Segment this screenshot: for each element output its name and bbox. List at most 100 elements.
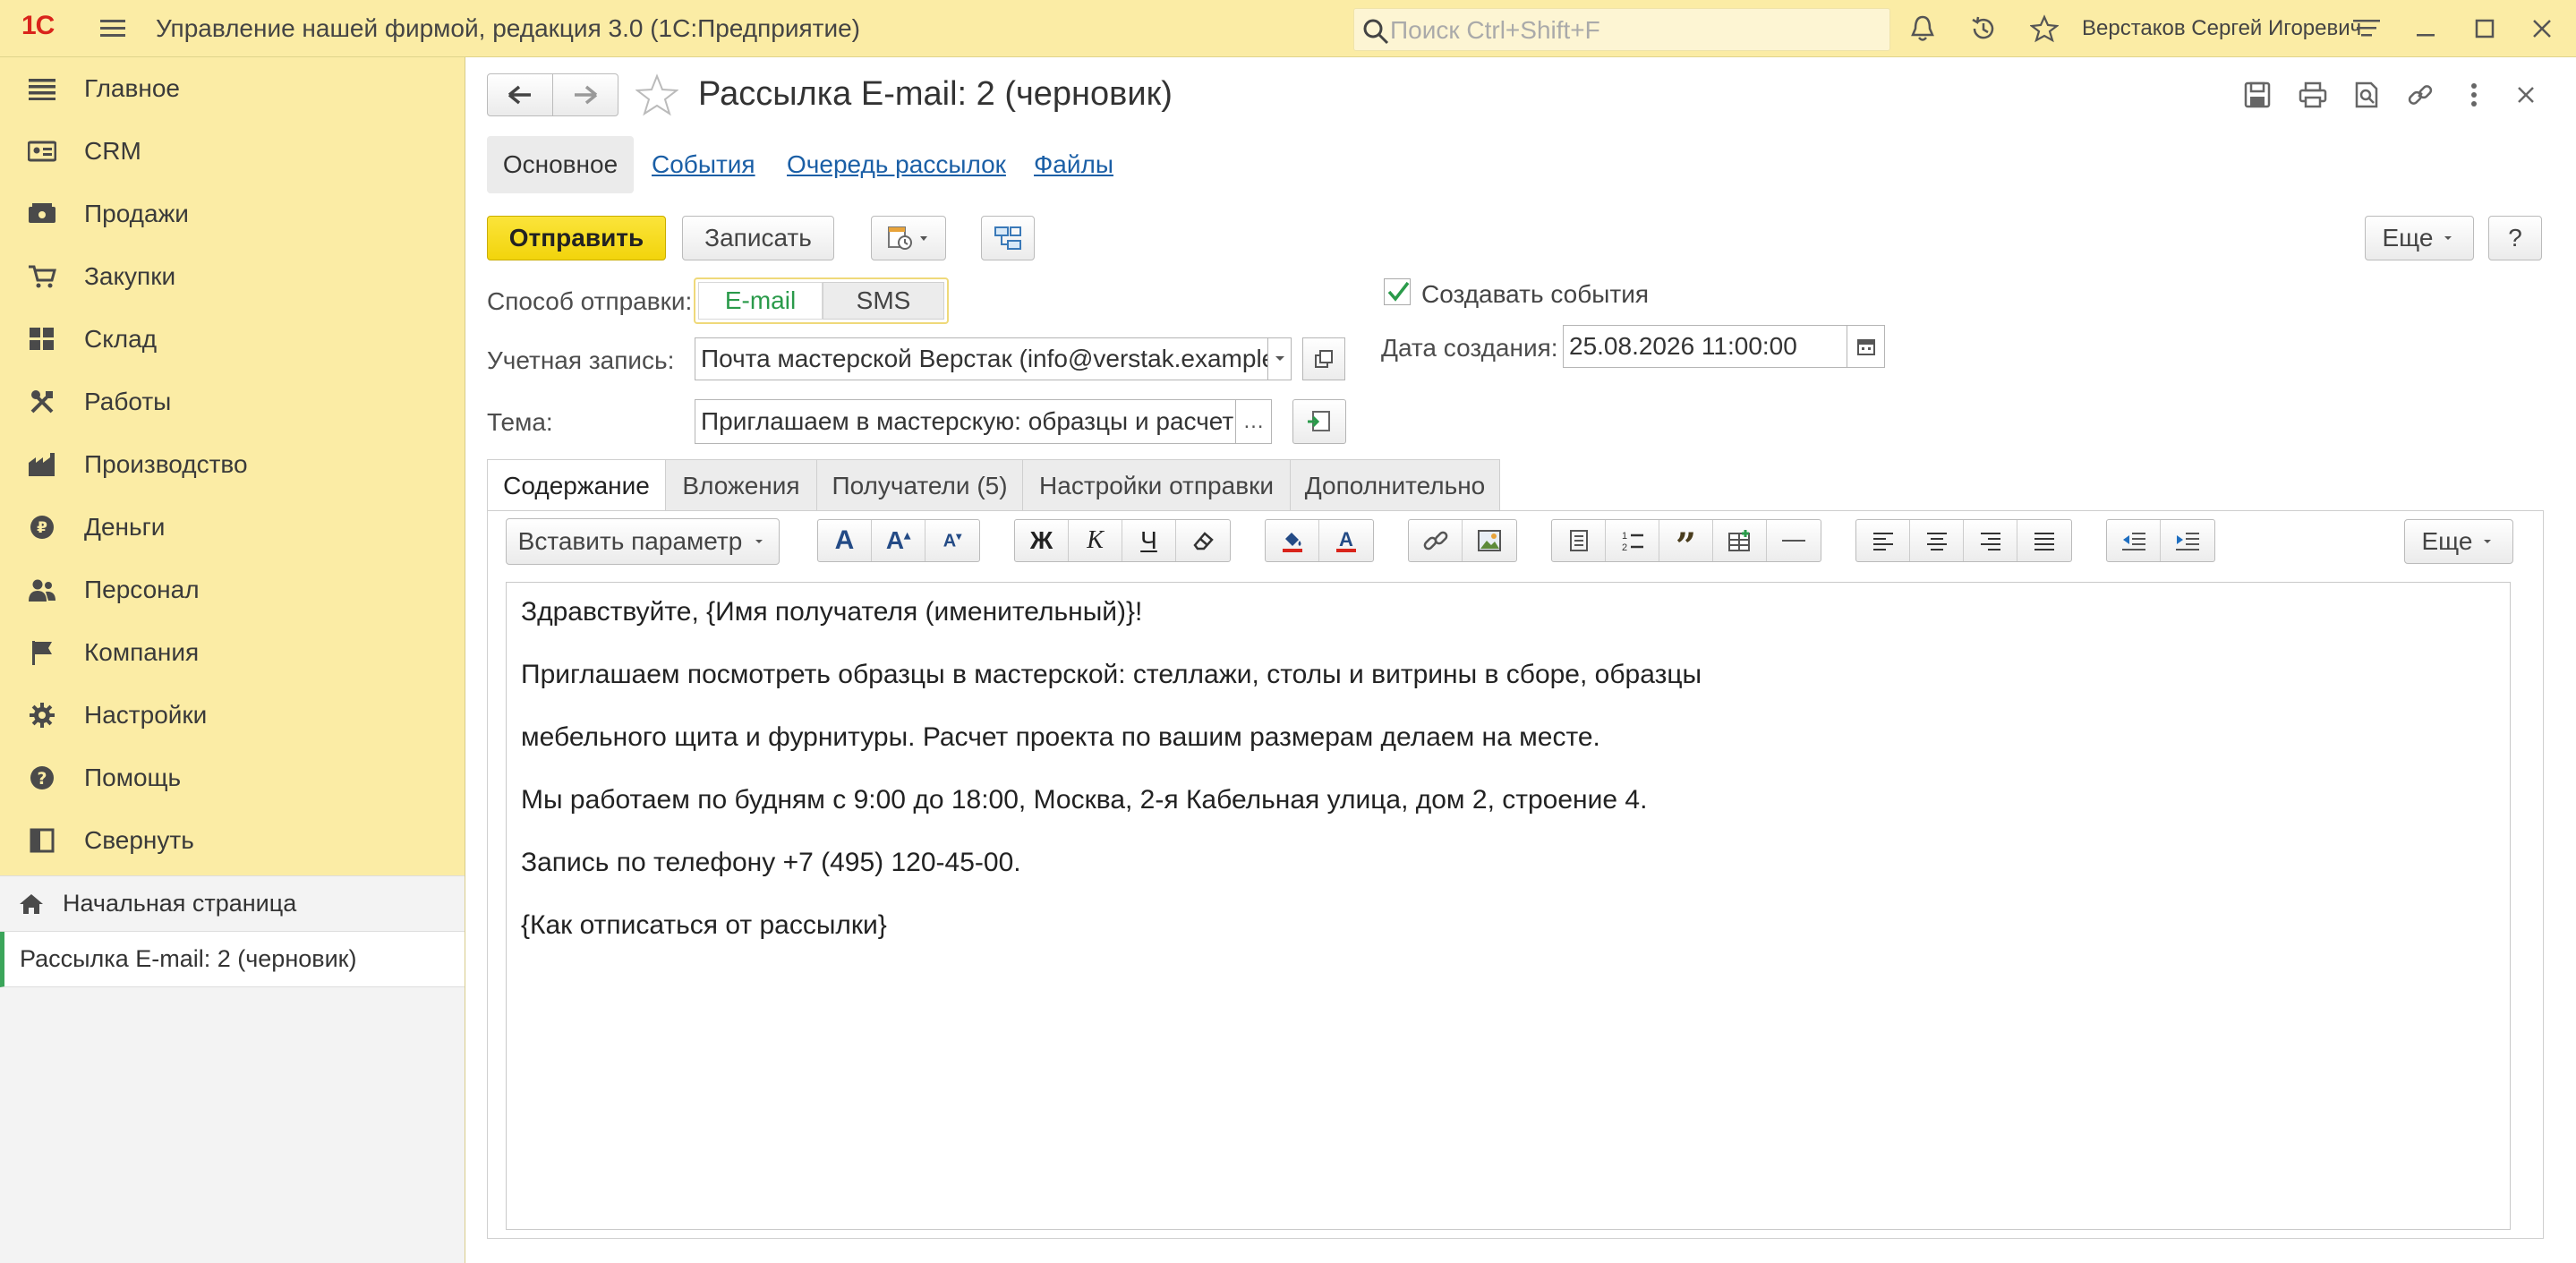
- tab-mail-queue[interactable]: Очередь рассылок: [787, 150, 1006, 179]
- warehouse-icon: [0, 327, 84, 352]
- sidebar-item-warehouse[interactable]: Склад: [0, 308, 465, 371]
- font-increase-icon[interactable]: A▴: [872, 520, 925, 561]
- created-date-field[interactable]: 25.08.2026 11:00:00: [1563, 325, 1847, 368]
- favorite-star-icon[interactable]: [635, 73, 679, 121]
- account-field[interactable]: Почта мастерской Верстак (info@verstak.e…: [695, 337, 1268, 380]
- sidebar-item-crm[interactable]: CRM: [0, 120, 465, 183]
- align-center-icon[interactable]: [1910, 520, 1964, 561]
- tab-files[interactable]: Файлы: [1034, 150, 1113, 179]
- eraser-icon[interactable]: [1176, 520, 1230, 561]
- open-windows-panel: Начальная страница Рассылка E-mail: 2 (ч…: [0, 875, 465, 1263]
- paragraph-group: 12 ”: [1551, 519, 1821, 565]
- account-dropdown-button[interactable]: [1268, 337, 1292, 380]
- numbered-list-icon[interactable]: 12: [1606, 520, 1659, 561]
- settings-lines-icon[interactable]: [2350, 13, 2383, 45]
- insert-parameter-label: Вставить параметр: [517, 527, 743, 555]
- tab-events[interactable]: События: [652, 150, 755, 179]
- image-icon[interactable]: [1463, 520, 1516, 561]
- sidebar-item-label: Работы: [84, 388, 172, 415]
- page-icon[interactable]: [1552, 520, 1606, 561]
- preview-icon[interactable]: [2349, 77, 2384, 113]
- create-based-on-button[interactable]: [871, 216, 946, 260]
- insert-table-icon[interactable]: [1713, 520, 1767, 561]
- checkmark-icon: [1387, 281, 1410, 302]
- tab-main[interactable]: Основное: [487, 136, 634, 193]
- font-decrease-icon[interactable]: A▾: [925, 520, 979, 561]
- home-page-item[interactable]: Начальная страница: [0, 875, 465, 932]
- outdent-icon[interactable]: [2107, 520, 2161, 561]
- minimize-icon[interactable]: [2410, 13, 2442, 45]
- close-form-icon[interactable]: [2508, 77, 2544, 113]
- chevron-down-icon: [1275, 356, 1284, 361]
- sidebar-item-collapse[interactable]: Свернуть: [0, 809, 465, 872]
- text-color-icon[interactable]: A: [1319, 520, 1373, 561]
- tab-additional[interactable]: Дополнительно: [1290, 459, 1500, 511]
- print-icon[interactable]: [2295, 77, 2331, 113]
- subject-from-template-button[interactable]: [1292, 399, 1346, 444]
- send-method-switch: E-mail SMS: [694, 277, 949, 324]
- bold-icon[interactable]: Ж: [1015, 520, 1069, 561]
- subject-select-button[interactable]: …: [1236, 399, 1272, 444]
- indent-icon[interactable]: [2161, 520, 2214, 561]
- send-method-email[interactable]: E-mail: [698, 282, 823, 320]
- history-icon[interactable]: [1967, 13, 2000, 45]
- align-left-icon[interactable]: [1856, 520, 1910, 561]
- tab-recipients[interactable]: Получатели (5): [816, 459, 1023, 511]
- italic-icon[interactable]: К: [1069, 520, 1122, 561]
- link-icon[interactable]: [2402, 77, 2438, 113]
- sidebar-item-settings[interactable]: Настройки: [0, 684, 465, 747]
- underline-icon[interactable]: Ч: [1122, 520, 1176, 561]
- user-name[interactable]: Верстаков Сергей Игоревич: [2082, 16, 2361, 41]
- structure-button[interactable]: [981, 216, 1035, 260]
- sidebar-item-works[interactable]: Работы: [0, 371, 465, 433]
- save-button[interactable]: Записать: [682, 216, 834, 260]
- sidebar-item-personnel[interactable]: Персонал: [0, 559, 465, 621]
- open-window-item[interactable]: Рассылка E-mail: 2 (черновик): [0, 932, 465, 987]
- maximize-icon[interactable]: [2469, 13, 2501, 45]
- sidebar-item-company[interactable]: Компания: [0, 621, 465, 684]
- main-menu-icon[interactable]: [97, 13, 129, 45]
- chevron-down-icon: [755, 540, 763, 543]
- hyperlink-icon[interactable]: [1409, 520, 1463, 561]
- account-open-button[interactable]: [1302, 337, 1345, 380]
- tab-content[interactable]: Содержание: [487, 459, 666, 511]
- editor-more-label: Еще: [2421, 527, 2473, 555]
- more-vertical-icon[interactable]: [2456, 77, 2492, 113]
- send-method-sms[interactable]: SMS: [823, 282, 944, 320]
- sidebar-item-production[interactable]: Производство: [0, 433, 465, 496]
- help-button[interactable]: ?: [2488, 216, 2542, 260]
- fill-color-icon[interactable]: [1266, 520, 1319, 561]
- horizontal-rule-icon[interactable]: [1767, 520, 1821, 561]
- send-button[interactable]: Отправить: [487, 216, 666, 260]
- search-input[interactable]: Поиск Ctrl+Shift+F: [1353, 8, 1890, 51]
- insert-parameter-button[interactable]: Вставить параметр: [506, 518, 780, 565]
- more-button[interactable]: Еще: [2365, 216, 2474, 260]
- sidebar-item-main[interactable]: Главное: [0, 57, 465, 120]
- font-icon[interactable]: A: [818, 520, 872, 561]
- save-disk-icon[interactable]: [2239, 77, 2275, 113]
- flag-icon: [0, 639, 84, 666]
- sidebar-item-help[interactable]: ? Помощь: [0, 747, 465, 809]
- back-button[interactable]: [487, 73, 553, 116]
- sidebar-item-sales[interactable]: Продажи: [0, 183, 465, 245]
- tab-send-settings[interactable]: Настройки отправки: [1022, 459, 1291, 511]
- align-justify-icon[interactable]: [2017, 520, 2071, 561]
- favorites-star-icon[interactable]: [2028, 13, 2060, 45]
- sidebar-item-label: Компания: [84, 638, 200, 666]
- sidebar-item-purchases[interactable]: Закупки: [0, 245, 465, 308]
- indent-group: [2106, 519, 2215, 562]
- forward-button[interactable]: [552, 73, 618, 116]
- create-events-checkbox[interactable]: [1384, 278, 1411, 305]
- message-body-editor[interactable]: Здравствуйте, {Имя получателя (именитель…: [506, 582, 2511, 1230]
- bell-icon[interactable]: [1906, 13, 1939, 45]
- sidebar-item-money[interactable]: ₽ Деньги: [0, 496, 465, 559]
- subject-field[interactable]: Приглашаем в мастерскую: образцы и расче…: [695, 399, 1236, 444]
- sidebar-item-label: Склад: [84, 325, 158, 353]
- close-icon[interactable]: [2526, 13, 2558, 45]
- calendar-button[interactable]: [1847, 325, 1885, 368]
- editor-more-button[interactable]: Еще: [2404, 519, 2513, 564]
- quote-icon[interactable]: ”: [1659, 520, 1713, 565]
- tab-attachments[interactable]: Вложения: [665, 459, 817, 511]
- align-right-icon[interactable]: [1964, 520, 2017, 561]
- body-line: Здравствуйте, {Имя получателя (именитель…: [521, 597, 1143, 627]
